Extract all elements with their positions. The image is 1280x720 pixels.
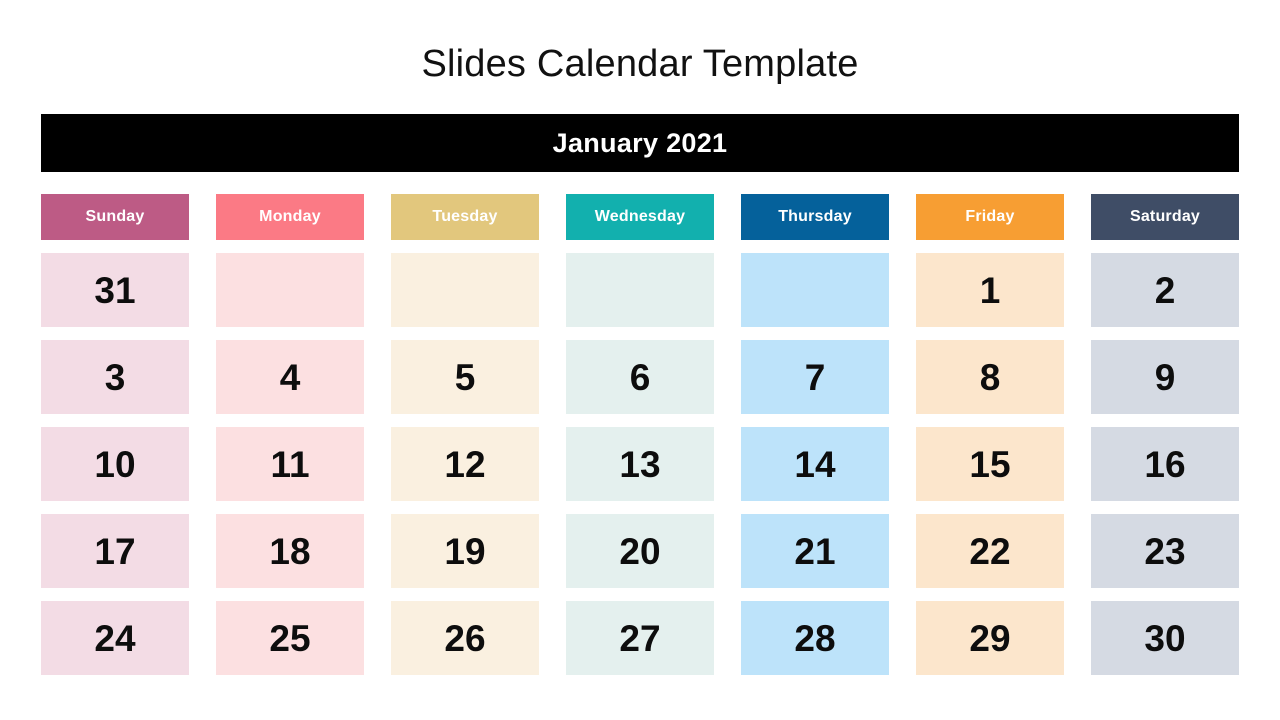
day-number: 31 xyxy=(94,269,136,311)
day-number: 14 xyxy=(794,443,836,485)
calendar-slide: Slides Calendar Template January 2021 Su… xyxy=(0,0,1280,720)
day-number: 3 xyxy=(104,356,126,398)
day-number: 23 xyxy=(1144,530,1186,572)
weekday-header-label: Monday xyxy=(259,208,321,225)
weekday-header-label: Tuesday xyxy=(432,208,498,225)
day-number: 15 xyxy=(969,443,1011,485)
calendar-cell-day[interactable]: 24 xyxy=(41,601,189,675)
day-number: 28 xyxy=(794,617,836,659)
calendar-cell-day[interactable]: 9 xyxy=(1091,340,1239,414)
calendar-cell-day[interactable]: 26 xyxy=(391,601,539,675)
day-number: 20 xyxy=(619,530,661,572)
calendar-cell-day[interactable]: 30 xyxy=(1091,601,1239,675)
calendar-cell-day[interactable]: 16 xyxy=(1091,427,1239,501)
day-number: 25 xyxy=(269,617,311,659)
calendar-grid: Sunday Monday Tuesday Wednesday Thursday Frid… xyxy=(41,194,1239,675)
calendar-cell-day[interactable]: 6 xyxy=(566,340,714,414)
day-number: 30 xyxy=(1144,617,1186,659)
day-number: 9 xyxy=(1154,356,1176,398)
weekday-header-label: Thursday xyxy=(778,208,852,225)
day-number: 10 xyxy=(94,443,136,485)
day-number: 22 xyxy=(969,530,1011,572)
calendar-cell-day[interactable]: 3 xyxy=(41,340,189,414)
calendar-cell-day[interactable]: 2 xyxy=(1091,253,1239,327)
calendar-cell-day[interactable]: 8 xyxy=(916,340,1064,414)
calendar-cell-day[interactable]: 23 xyxy=(1091,514,1239,588)
day-number: 12 xyxy=(444,443,486,485)
calendar-cell-empty[interactable] xyxy=(216,253,364,327)
calendar-cell-day[interactable]: 11 xyxy=(216,427,364,501)
day-number: 8 xyxy=(979,356,1001,398)
day-number: 24 xyxy=(94,617,136,659)
day-number: 27 xyxy=(619,617,661,659)
day-number: 6 xyxy=(629,356,651,398)
day-number: 19 xyxy=(444,530,486,572)
calendar-cell-day[interactable]: 29 xyxy=(916,601,1064,675)
calendar-cell-empty[interactable] xyxy=(391,253,539,327)
day-number: 17 xyxy=(94,530,136,572)
page-title: Slides Calendar Template xyxy=(421,43,859,85)
calendar-cell-empty[interactable] xyxy=(741,253,889,327)
day-number: 7 xyxy=(804,356,826,398)
day-number: 13 xyxy=(619,443,661,485)
day-number: 26 xyxy=(444,617,486,659)
weekday-header-label: Wednesday xyxy=(594,208,686,225)
day-number: 4 xyxy=(279,356,301,398)
calendar-cell-day[interactable]: 1 xyxy=(916,253,1064,327)
calendar-cell-day[interactable]: 13 xyxy=(566,427,714,501)
day-number: 18 xyxy=(269,530,311,572)
weekday-header-label: Sunday xyxy=(85,208,145,225)
calendar-cell-day[interactable]: 21 xyxy=(741,514,889,588)
calendar-cell-day[interactable]: 20 xyxy=(566,514,714,588)
day-number: 1 xyxy=(979,269,1001,311)
calendar-cell-day[interactable]: 22 xyxy=(916,514,1064,588)
weekday-header-sunday: Sunday xyxy=(41,194,189,240)
day-number: 5 xyxy=(454,356,476,398)
weekday-header-tuesday: Tuesday xyxy=(391,194,539,240)
calendar-cell-day[interactable]: 4 xyxy=(216,340,364,414)
weekday-header-friday: Friday xyxy=(916,194,1064,240)
day-number: 21 xyxy=(794,530,836,572)
calendar-cell-day[interactable]: 31 xyxy=(41,253,189,327)
calendar-cell-empty[interactable] xyxy=(566,253,714,327)
weekday-header-label: Saturday xyxy=(1129,208,1201,225)
calendar-cell-day[interactable]: 19 xyxy=(391,514,539,588)
weekday-header-wednesday: Wednesday xyxy=(566,194,714,240)
day-number: 29 xyxy=(969,617,1011,659)
day-number: 16 xyxy=(1144,443,1186,485)
weekday-header-monday: Monday xyxy=(216,194,364,240)
calendar-cell-day[interactable]: 10 xyxy=(41,427,189,501)
day-number: 11 xyxy=(270,443,310,485)
calendar-cell-day[interactable]: 15 xyxy=(916,427,1064,501)
calendar-cell-day[interactable]: 27 xyxy=(566,601,714,675)
calendar-cell-day[interactable]: 28 xyxy=(741,601,889,675)
weekday-header-saturday: Saturday xyxy=(1091,194,1239,240)
weekday-header-thursday: Thursday xyxy=(741,194,889,240)
calendar-cell-day[interactable]: 5 xyxy=(391,340,539,414)
month-header-bar: January 2021 xyxy=(41,114,1239,172)
weekday-header-label: Friday xyxy=(965,208,1015,225)
month-year-label: January 2021 xyxy=(552,127,728,158)
calendar-cell-day[interactable]: 17 xyxy=(41,514,189,588)
day-number: 2 xyxy=(1154,269,1176,311)
calendar-cell-day[interactable]: 7 xyxy=(741,340,889,414)
calendar-cell-day[interactable]: 25 xyxy=(216,601,364,675)
calendar-cell-day[interactable]: 18 xyxy=(216,514,364,588)
calendar-cell-day[interactable]: 14 xyxy=(741,427,889,501)
calendar-cell-day[interactable]: 12 xyxy=(391,427,539,501)
